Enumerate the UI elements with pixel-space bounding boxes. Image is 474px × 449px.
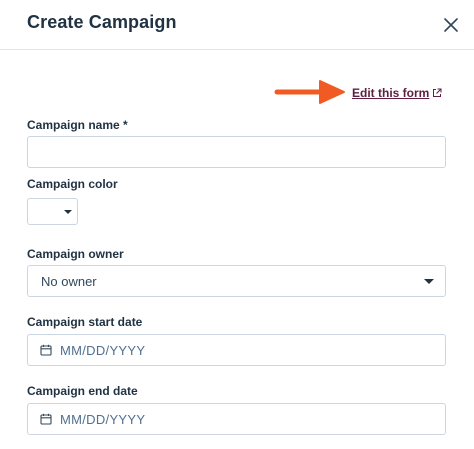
dialog-title: Create Campaign [27, 12, 177, 32]
campaign-color-picker[interactable] [27, 198, 78, 225]
campaign-owner-select[interactable]: No owner [27, 265, 446, 297]
campaign-name-input[interactable] [27, 136, 446, 168]
campaign-color-label: Campaign color [27, 177, 118, 191]
campaign-start-date-label: Campaign start date [27, 315, 143, 329]
campaign-end-date-label: Campaign end date [27, 384, 138, 398]
calendar-icon [40, 413, 52, 425]
campaign-end-date-input[interactable]: MM/DD/YYYY [27, 403, 446, 435]
end-date-placeholder: MM/DD/YYYY [60, 412, 146, 427]
campaign-owner-value: No owner [41, 274, 97, 289]
dialog-header: Create Campaign [0, 0, 474, 50]
external-link-icon[interactable] [432, 88, 442, 98]
close-icon [444, 18, 458, 32]
campaign-owner-label: Campaign owner [27, 247, 124, 261]
start-date-placeholder: MM/DD/YYYY [60, 343, 146, 358]
annotation-arrow-icon [274, 80, 345, 104]
close-button[interactable] [437, 11, 465, 39]
caret-down-icon [64, 210, 72, 214]
campaign-name-label: Campaign name * [27, 118, 128, 132]
caret-down-icon [424, 279, 434, 284]
calendar-icon [40, 344, 52, 356]
campaign-start-date-input[interactable]: MM/DD/YYYY [27, 334, 446, 366]
edit-this-form-link[interactable]: Edit this form [352, 86, 429, 100]
